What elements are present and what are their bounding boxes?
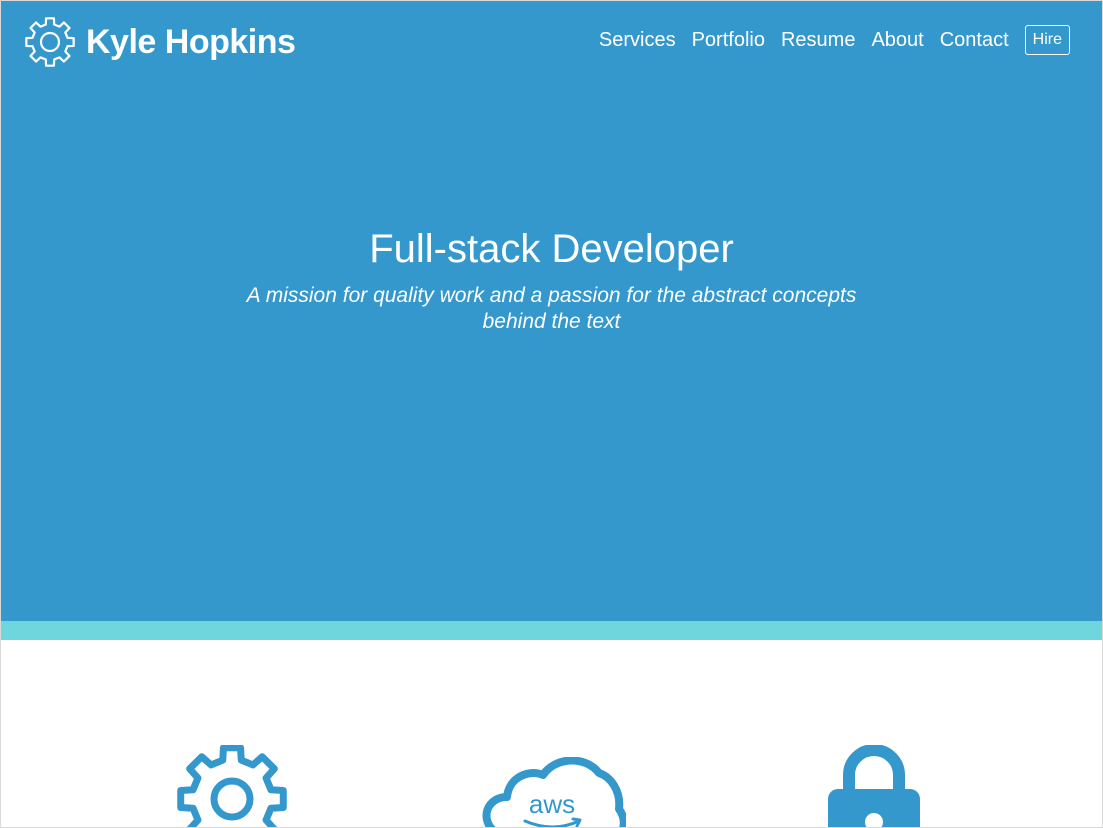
aws-cloud-icon: aws bbox=[481, 756, 628, 827]
nav-resume[interactable]: Resume bbox=[781, 25, 855, 55]
nav-services[interactable]: Services bbox=[599, 25, 676, 55]
hero-section: Kyle Hopkins Services Portfolio Resume A… bbox=[1, 1, 1102, 621]
accent-stripe bbox=[1, 621, 1102, 640]
gear-icon bbox=[173, 744, 293, 827]
gear-icon bbox=[24, 16, 76, 68]
lock-icon bbox=[824, 744, 924, 827]
main-nav: Services Portfolio Resume About Contact … bbox=[583, 25, 1070, 55]
nav-contact[interactable]: Contact bbox=[940, 25, 1009, 55]
hero-title: Full-stack Developer bbox=[369, 227, 734, 271]
nav-about[interactable]: About bbox=[871, 25, 923, 55]
hero-subtitle: A mission for quality work and a passion… bbox=[246, 284, 857, 333]
page: Kyle Hopkins Services Portfolio Resume A… bbox=[0, 0, 1103, 828]
brand-link[interactable]: Kyle Hopkins bbox=[24, 16, 296, 68]
aws-text: aws bbox=[529, 789, 575, 819]
nav-portfolio[interactable]: Portfolio bbox=[692, 25, 765, 55]
brand-name: Kyle Hopkins bbox=[86, 23, 296, 61]
hire-button[interactable]: Hire bbox=[1024, 25, 1070, 55]
